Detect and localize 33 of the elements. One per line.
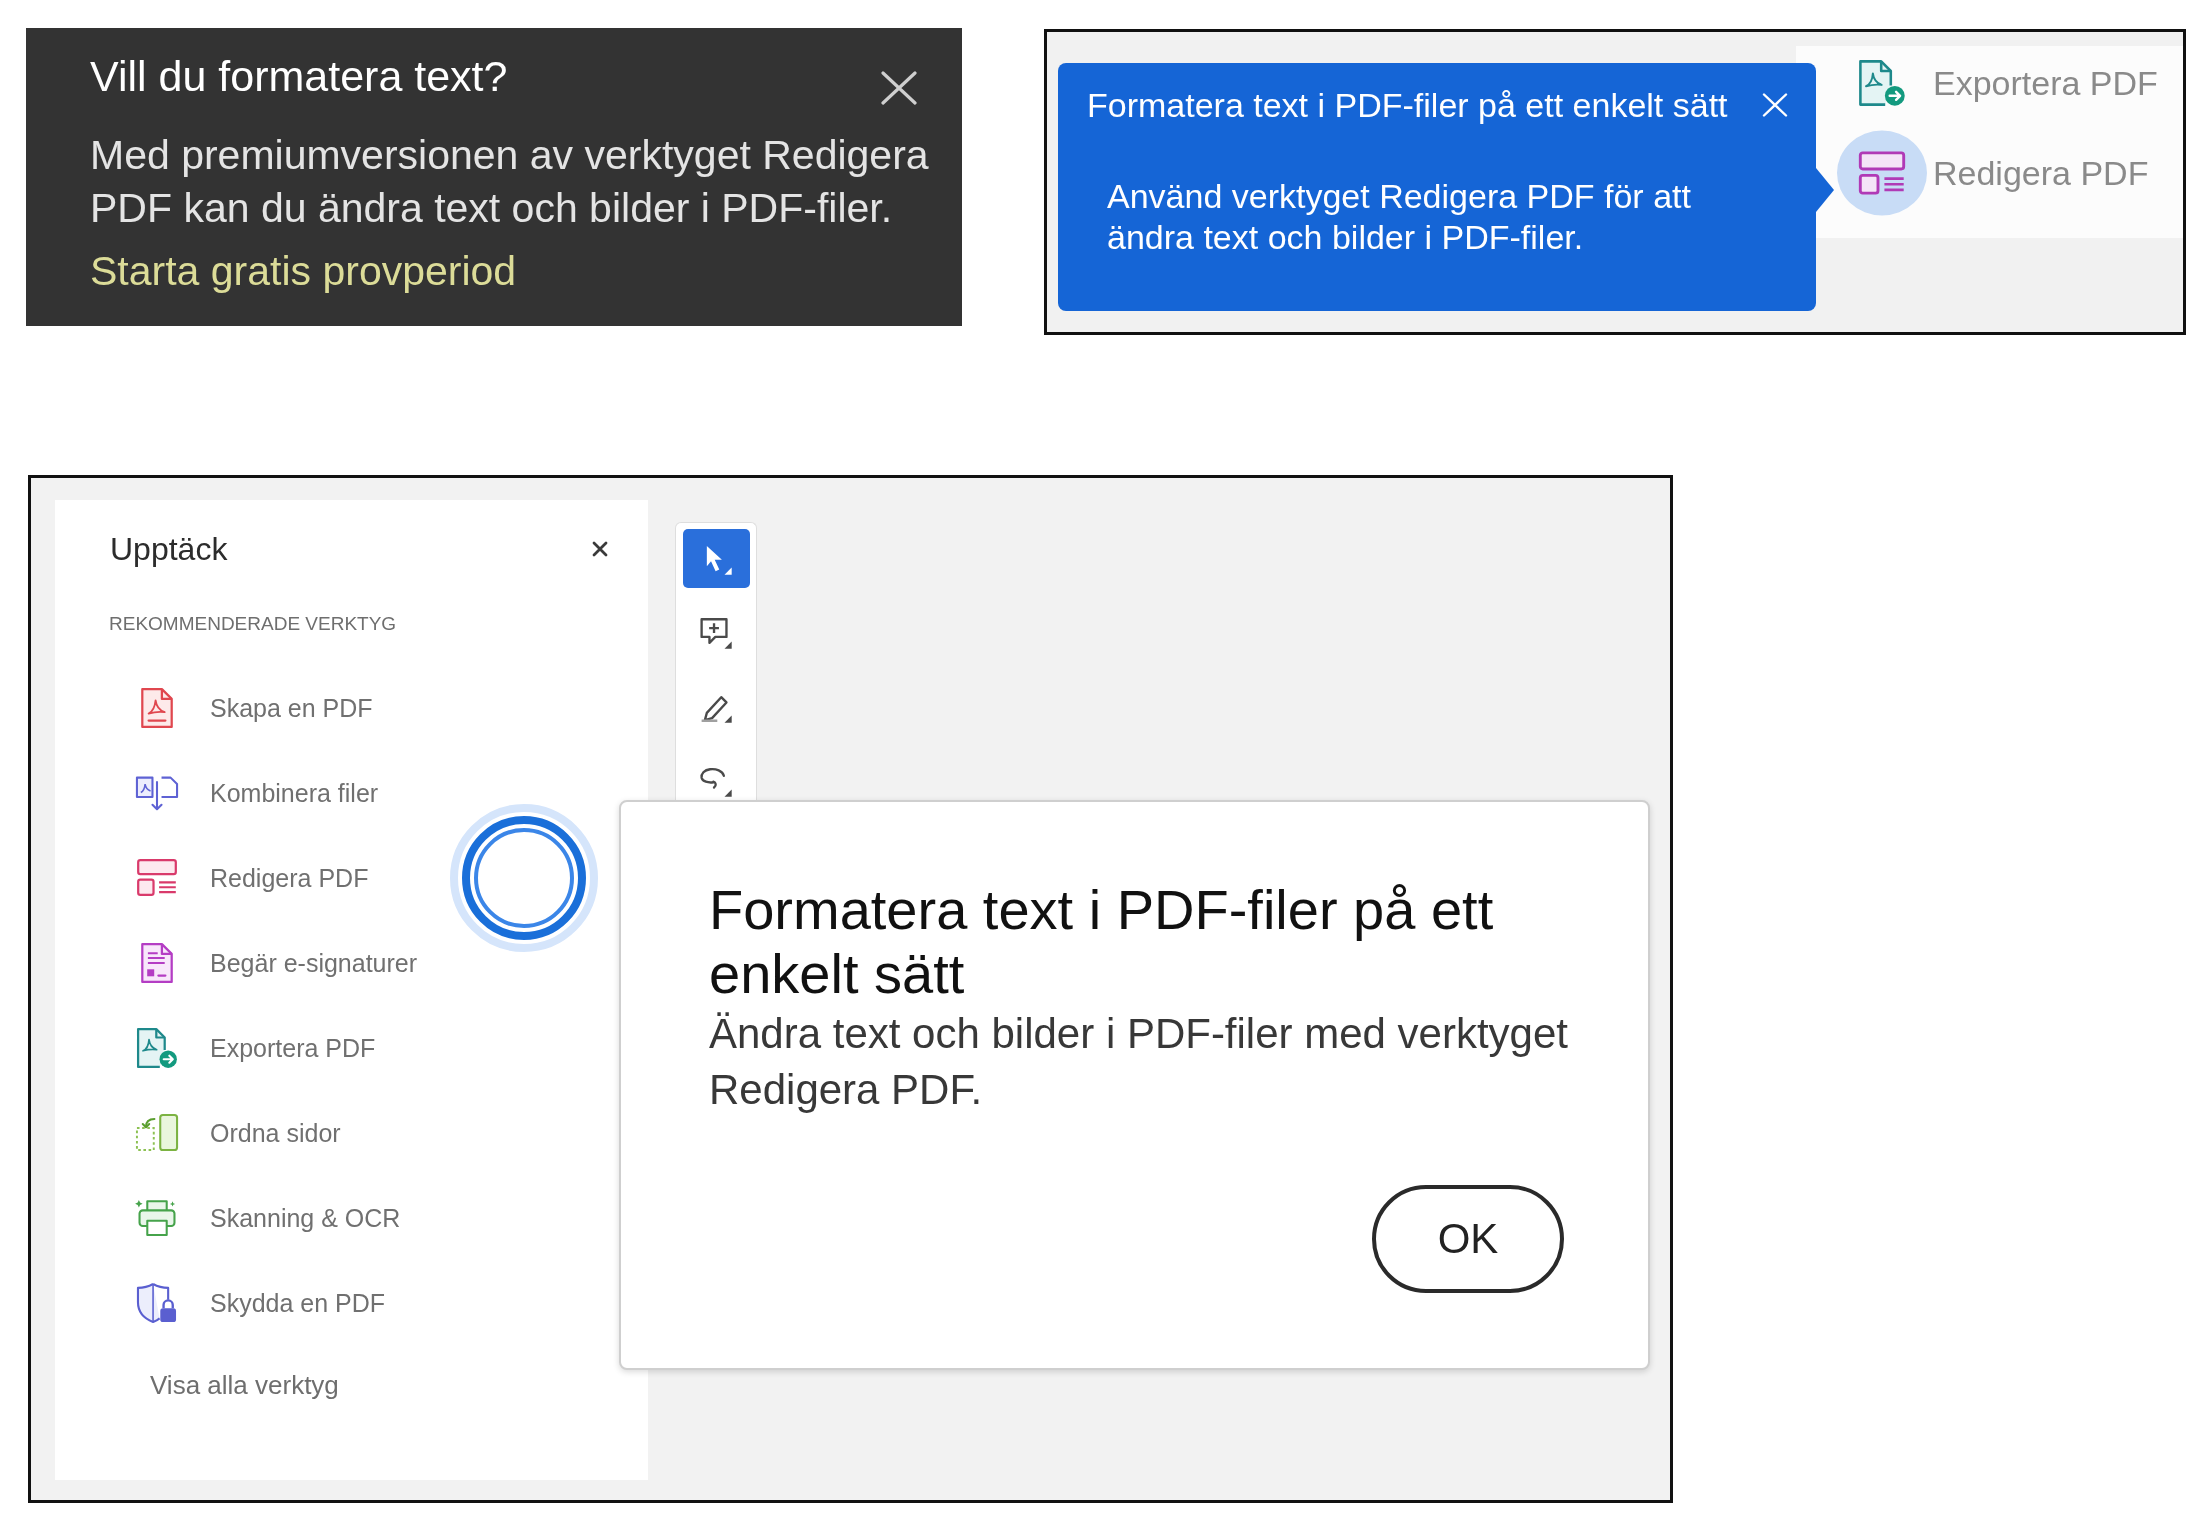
tooltip-title: Formatera text i PDF-filer på ett enkelt sätt [1087,85,1728,126]
ok-button[interactable]: OK [1372,1185,1564,1293]
tool-item[interactable]: Kombinera filer [135,773,379,812]
tool-item[interactable]: Ordna sidor [135,1113,341,1152]
tool-item[interactable]: Exportera PDF [1837,59,2158,107]
select-tool-button[interactable] [682,529,750,588]
dialog-title: Formatera text i PDF-filer på ett enkelt sätt [709,878,1495,1006]
tool-item[interactable]: Redigera PDF [135,858,369,897]
page-order-icon [135,1113,179,1152]
tool-item[interactable]: Redigera PDF [1837,130,2149,216]
show-all-link[interactable]: Visa alla verktyg [150,1369,339,1401]
comment-tool-button[interactable] [699,615,733,650]
close-icon[interactable] [592,541,608,557]
panel-title: Upptäck [110,530,228,569]
dialog-text: Ändra text och bilder i PDF-filer med verktyget Redigera PDF. [709,1009,1569,1115]
tool-item[interactable]: Exportera PDF [135,1026,376,1069]
signature-document-icon [140,941,174,984]
tooltip-text: Använd verktyget Redigera PDF för att ändra text och bilder i PDF-filer. [1107,176,1692,258]
pdf-document-icon [140,686,174,729]
hotspot-ring-icon[interactable] [449,802,599,953]
scanner-icon [135,1198,179,1237]
trial-link[interactable]: Starta gratis provperiod [90,245,517,298]
tooltip-title: Vill du formatera text? [90,51,508,102]
tool-item[interactable]: Skapa en PDF [135,686,373,729]
page-layout-icon [136,858,178,897]
shield-lock-icon [136,1281,178,1324]
comment-plus-icon [699,615,733,650]
tool-item[interactable]: Skydda en PDF [135,1281,386,1324]
tool-item[interactable]: Skanning & OCR [135,1198,401,1237]
tooltip-text: Med premiumversionen av verktyget Redigera PDF kan du ändra text och bilder i PDF-filer. [90,131,930,233]
tool-item[interactable]: Begär e-signaturer [135,941,418,984]
section-label: REKOMMENDERADE VERKTYG [109,612,397,636]
export-document-icon [136,1026,178,1069]
